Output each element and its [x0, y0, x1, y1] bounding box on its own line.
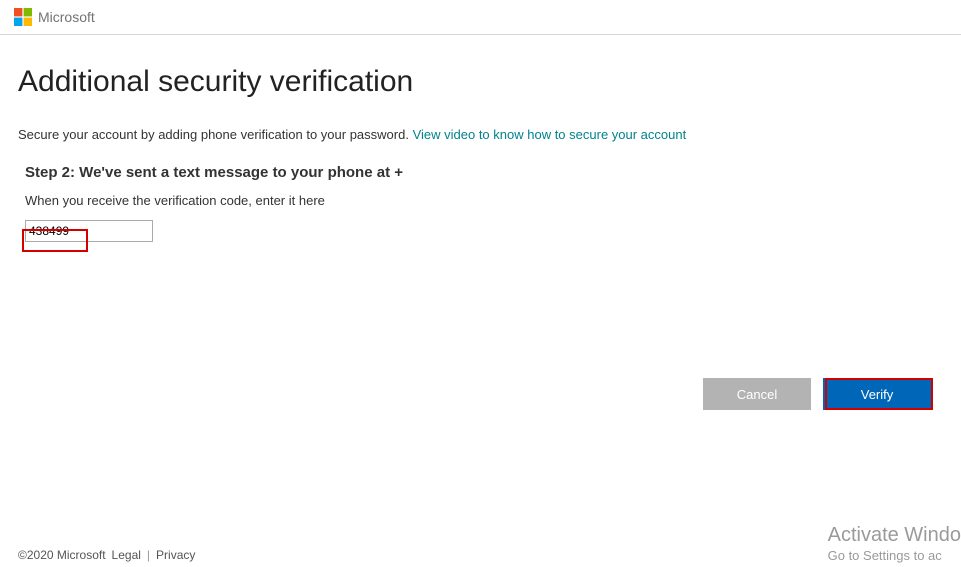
header-bar: Microsoft [0, 0, 961, 35]
verification-code-input[interactable] [25, 220, 153, 242]
microsoft-logo-icon [14, 8, 32, 26]
footer-divider: | [147, 548, 150, 562]
watermark-line1: Activate Windo [828, 522, 961, 548]
page-title: Additional security verification [18, 65, 943, 99]
step-instruction: When you receive the verification code, … [25, 193, 943, 208]
cancel-button[interactable]: Cancel [703, 378, 811, 410]
verify-button[interactable]: Verify [823, 378, 931, 410]
main-content: Additional security verification Secure … [0, 35, 961, 242]
action-buttons: Cancel Verify [703, 378, 931, 410]
subtitle: Secure your account by adding phone veri… [18, 127, 943, 142]
footer-legal-link[interactable]: Legal [112, 548, 141, 562]
subtitle-text: Secure your account by adding phone veri… [18, 127, 413, 142]
footer: ©2020 Microsoft Legal | Privacy [18, 548, 201, 562]
footer-copyright: ©2020 Microsoft [18, 548, 106, 562]
watermark-line2: Go to Settings to ac [828, 548, 961, 565]
footer-privacy-link[interactable]: Privacy [156, 548, 195, 562]
windows-activation-watermark: Activate Windo Go to Settings to ac [828, 522, 961, 565]
step-heading: Step 2: We've sent a text message to you… [25, 164, 943, 181]
brand-name: Microsoft [38, 9, 95, 25]
view-video-link[interactable]: View video to know how to secure your ac… [413, 127, 687, 142]
